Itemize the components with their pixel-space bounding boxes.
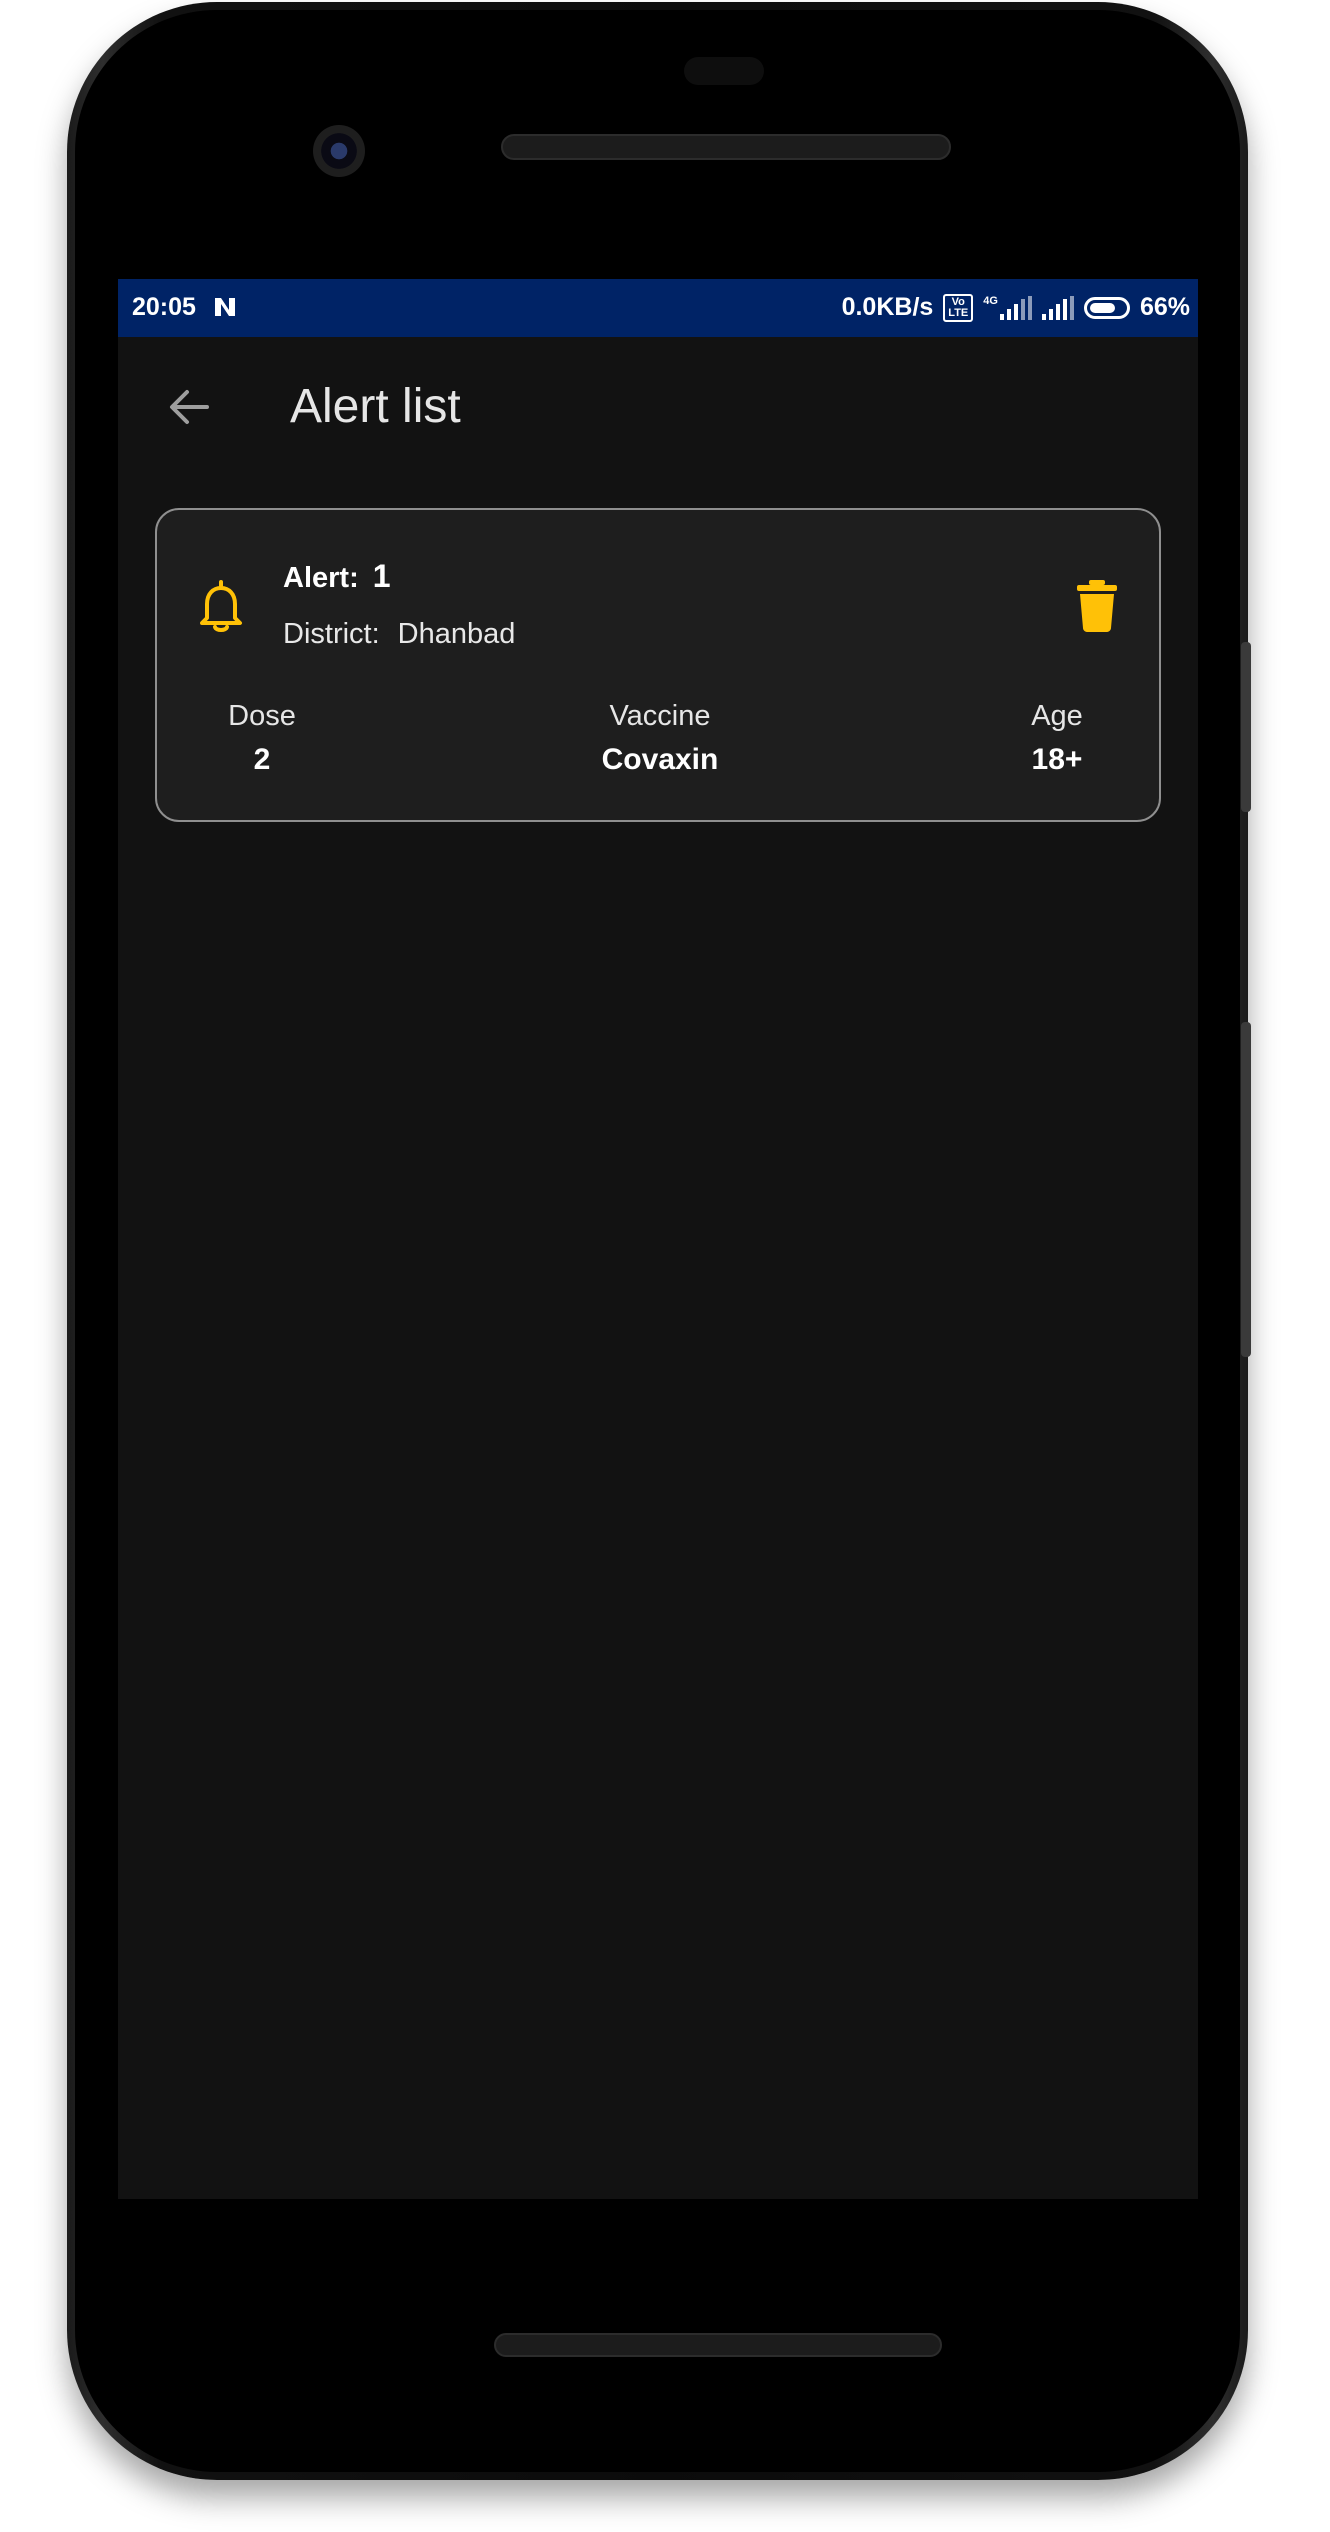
app-bar: Alert list (118, 337, 1198, 477)
earpiece-speaker (501, 134, 951, 160)
volume-button (1241, 1022, 1251, 1357)
network-type: 4G (983, 294, 998, 307)
arrow-back-icon (170, 390, 209, 424)
district-label: District: (283, 618, 380, 650)
trash-icon[interactable] (1075, 580, 1119, 632)
signal-icon-2 (1041, 295, 1074, 320)
vaccine-label: Vaccine (609, 700, 711, 732)
district-row: District: Dhanbad (283, 618, 515, 651)
alert-title: Alert: 1 (283, 558, 391, 595)
battery-level: 66% (1139, 293, 1190, 321)
age-column: Age 18+ (997, 700, 1117, 777)
status-time: 20:05 (132, 293, 196, 321)
signal-icon-1 (999, 295, 1032, 320)
network-speed: 0.0KB/s (841, 293, 934, 321)
vaccine-column: Vaccine Covaxin (580, 700, 740, 777)
battery-icon (1083, 296, 1130, 319)
page-title: Alert list (290, 380, 461, 433)
power-button (1241, 642, 1251, 812)
dose-column: Dose 2 (197, 700, 327, 777)
age-label: Age (1031, 700, 1083, 732)
status-right-group: 0.0KB/s Vo LTE 4G 66% (842, 293, 1190, 322)
bell-icon (200, 580, 242, 632)
notification-n-icon (215, 298, 235, 316)
front-camera (313, 125, 365, 177)
back-button[interactable] (154, 372, 224, 442)
status-bar: 20:05 0.0KB/s Vo LTE 4G 66% (118, 279, 1198, 337)
alert-number: 1 (372, 558, 391, 594)
proximity-sensor (684, 57, 764, 85)
volte-bottom-text: LTE (948, 306, 969, 319)
signal-4g-group: 4G (983, 294, 1032, 320)
dose-label: Dose (228, 700, 296, 732)
age-value: 18+ (1031, 743, 1083, 776)
district-value: Dhanbad (397, 618, 516, 650)
volte-icon: Vo LTE (943, 293, 974, 322)
dose-value: 2 (253, 743, 271, 776)
alert-label: Alert: (283, 562, 359, 594)
app-screen: 20:05 0.0KB/s Vo LTE 4G 66% Alert list A… (118, 279, 1198, 2199)
alert-card[interactable]: Alert: 1 District: Dhanbad Dose 2 Vaccine … (155, 508, 1161, 822)
bottom-speaker (494, 2333, 942, 2357)
vaccine-value: Covaxin (601, 743, 719, 776)
